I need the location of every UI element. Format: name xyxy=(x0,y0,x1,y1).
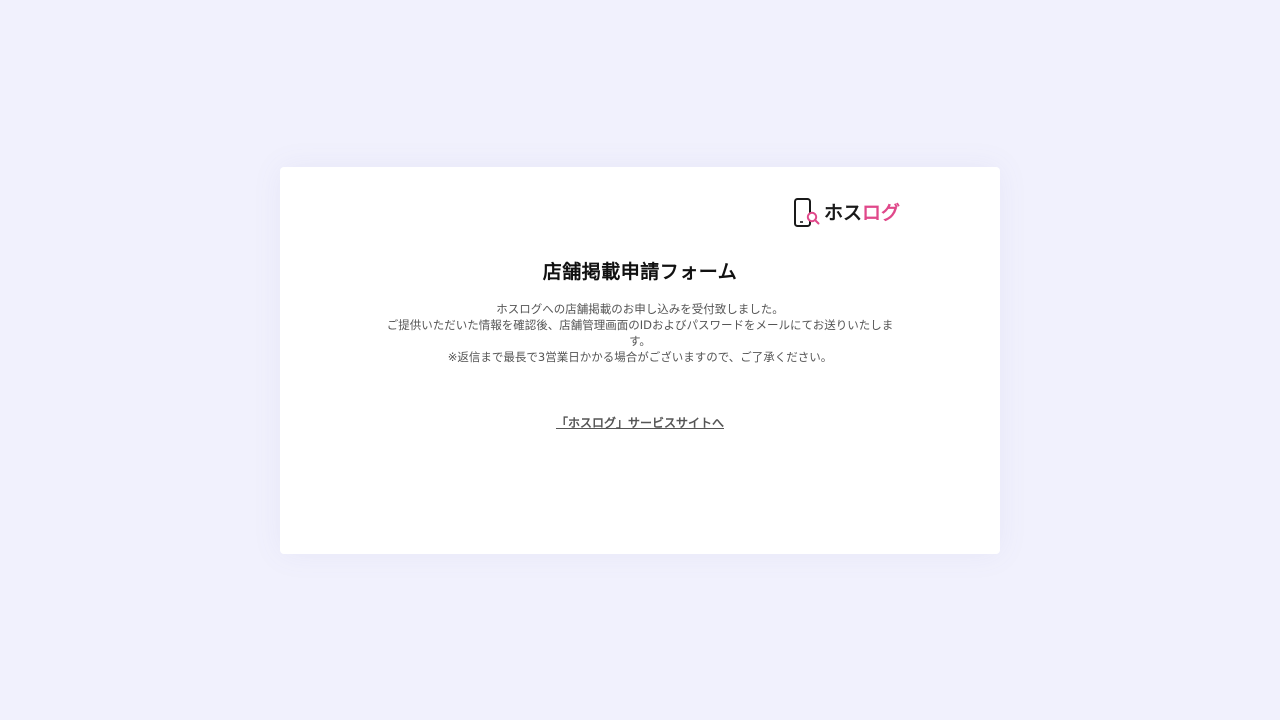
logo-wordmark: ホス ログ xyxy=(823,201,900,224)
hoslog-logo: ホス ログ xyxy=(793,198,900,228)
message-line: ※返信まで最長で3営業日かかる場合がございますので、ご了承ください。 xyxy=(447,350,833,364)
page-title: 店舗掲載申請フォーム xyxy=(542,261,738,283)
logo-text-pink: ログ xyxy=(861,201,900,224)
message-line: す。 xyxy=(629,334,651,348)
message-line: ご提供いただいた情報を確認後、店舗管理画面のIDおよびパスワードをメールにてお送… xyxy=(386,318,894,332)
confirmation-message: ホスログへの店舗掲載のお申し込みを受付致しました。 ご提供いただいた情報を確認後… xyxy=(380,301,900,365)
confirmation-card: ホス ログ 店舗掲載申請フォーム ホスログへの店舗掲載のお申し込みを受付致しました… xyxy=(280,167,1000,554)
phone-search-icon xyxy=(793,198,820,227)
logo-text-dark: ホス xyxy=(823,201,862,224)
service-site-link[interactable]: 「ホスログ」サービスサイトへ xyxy=(556,416,724,430)
service-link-container: 「ホスログ」サービスサイトへ xyxy=(280,412,1000,431)
message-line: ホスログへの店舗掲載のお申し込みを受付致しました。 xyxy=(496,302,784,316)
